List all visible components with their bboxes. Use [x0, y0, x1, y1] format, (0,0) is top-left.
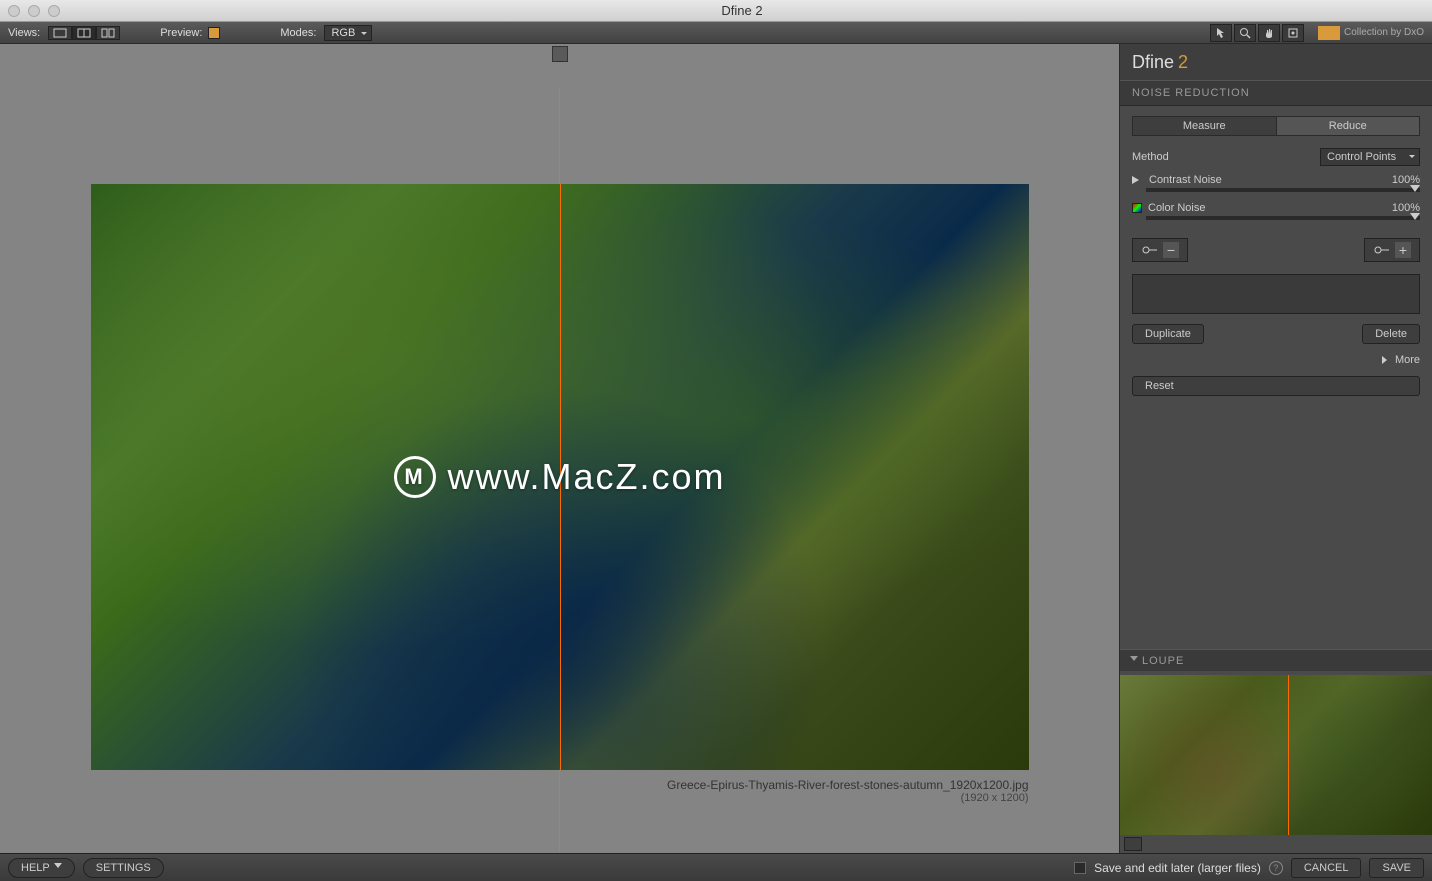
loupe-split-line — [1288, 675, 1289, 835]
more-label: More — [1395, 354, 1420, 366]
delete-button[interactable]: Delete — [1362, 324, 1420, 344]
loupe-title: LOUPE — [1142, 655, 1184, 667]
color-swatch-icon[interactable] — [1132, 203, 1142, 213]
save-later-label: Save and edit later (larger files) — [1094, 861, 1261, 875]
top-toolbar: Views: Preview: Modes: RGB Collection by… — [0, 22, 1432, 44]
hand-tool-icon[interactable] — [1258, 24, 1280, 42]
noise-reduction-header: NOISE REDUCTION — [1120, 80, 1432, 106]
view-single-button[interactable] — [48, 26, 72, 40]
modes-label: Modes: — [280, 27, 316, 39]
window-title: Dfine 2 — [60, 3, 1424, 18]
info-icon[interactable]: ? — [1269, 861, 1283, 875]
bottom-bar: HELP SETTINGS Save and edit later (large… — [0, 853, 1432, 881]
modes-wrap: Modes: RGB — [280, 25, 372, 41]
zoom-tool-icon[interactable] — [1234, 24, 1256, 42]
loupe-header[interactable]: LOUPE — [1120, 649, 1432, 671]
help-button[interactable]: HELP — [8, 858, 75, 878]
panel-spacer — [1120, 406, 1432, 649]
background-tool-icon[interactable] — [1282, 24, 1304, 42]
control-point-icon — [1141, 245, 1159, 255]
watermark-text: www.MacZ.com — [447, 456, 725, 498]
close-window-icon[interactable] — [8, 5, 20, 17]
watermark-logo-icon: M — [393, 456, 435, 498]
side-panel: Dfine2 NOISE REDUCTION Measure Reduce Me… — [1119, 44, 1432, 853]
dropdown-arrow-icon — [54, 863, 62, 872]
modes-select[interactable]: RGB — [324, 25, 372, 41]
plus-icon: + — [1395, 242, 1411, 258]
canvas-area: M www.MacZ.com Greece-Epirus-Thyamis-Riv… — [0, 44, 1119, 853]
view-mode-buttons — [48, 26, 120, 40]
save-options: Save and edit later (larger files) ? CAN… — [1074, 858, 1424, 878]
panel-body: Measure Reduce Method Control Points Con… — [1120, 106, 1432, 406]
views-label: Views: — [8, 27, 40, 39]
maximize-window-icon[interactable] — [48, 5, 60, 17]
view-side-by-side-button[interactable] — [96, 26, 120, 40]
control-point-list[interactable] — [1132, 274, 1420, 314]
contrast-label: Contrast Noise — [1149, 174, 1222, 186]
split-anchor-icon[interactable] — [552, 46, 568, 62]
traffic-lights — [8, 5, 60, 17]
slider-thumb-icon[interactable] — [1410, 185, 1420, 197]
color-label: Color Noise — [1148, 202, 1205, 214]
nik-badge-icon — [1318, 26, 1340, 40]
contrast-noise-row: Contrast Noise 100% — [1132, 174, 1420, 186]
title-bar: Dfine 2 — [0, 0, 1432, 22]
more-toggle[interactable]: More — [1132, 354, 1420, 366]
method-label: Method — [1132, 151, 1169, 163]
tab-measure[interactable]: Measure — [1132, 116, 1277, 136]
add-control-point-button[interactable]: + — [1364, 238, 1420, 262]
main-layout: M www.MacZ.com Greece-Epirus-Thyamis-Riv… — [0, 44, 1432, 853]
method-row: Method Control Points — [1132, 148, 1420, 166]
slider-thumb-icon[interactable] — [1410, 213, 1420, 225]
minus-icon: − — [1163, 242, 1179, 258]
contrast-slider[interactable] — [1146, 188, 1420, 192]
dup-del-row: Duplicate Delete — [1132, 324, 1420, 344]
cancel-button[interactable]: CANCEL — [1291, 858, 1362, 878]
reset-row: Reset — [1132, 376, 1420, 396]
pointer-tool-icon[interactable] — [1210, 24, 1232, 42]
minimize-window-icon[interactable] — [28, 5, 40, 17]
preview-image[interactable]: M www.MacZ.com — [91, 184, 1029, 770]
method-select[interactable]: Control Points — [1320, 148, 1420, 166]
remove-control-point-button[interactable]: − — [1132, 238, 1188, 262]
more-arrow-icon — [1382, 356, 1391, 364]
reset-button[interactable]: Reset — [1132, 376, 1420, 396]
control-point-buttons: − + — [1132, 238, 1420, 262]
loupe-footer — [1120, 835, 1432, 853]
color-noise-row: Color Noise 100% — [1132, 202, 1420, 214]
contrast-expand-icon[interactable] — [1132, 176, 1143, 184]
save-button[interactable]: SAVE — [1369, 858, 1424, 878]
panel-brand: Dfine2 — [1120, 44, 1432, 80]
tab-reduce[interactable]: Reduce — [1277, 116, 1421, 136]
toolbar-right-tools — [1210, 24, 1304, 42]
control-point-icon — [1373, 245, 1391, 255]
view-split-button[interactable] — [72, 26, 96, 40]
loupe-collapse-icon — [1130, 656, 1138, 665]
preview-label: Preview: — [160, 27, 202, 39]
brand-logo: Collection by DxO — [1318, 26, 1424, 40]
watermark: M www.MacZ.com — [393, 456, 725, 498]
save-later-checkbox[interactable] — [1074, 862, 1086, 874]
preview-checkbox[interactable] — [208, 27, 220, 39]
preview-toggle: Preview: — [160, 27, 220, 39]
settings-button[interactable]: SETTINGS — [83, 858, 164, 878]
mode-tabs: Measure Reduce — [1132, 116, 1420, 136]
loupe-pin-button[interactable] — [1124, 837, 1142, 851]
color-slider[interactable] — [1146, 216, 1420, 220]
collection-label: Collection by DxO — [1344, 27, 1424, 38]
loupe-preview[interactable] — [1120, 675, 1432, 835]
duplicate-button[interactable]: Duplicate — [1132, 324, 1204, 344]
